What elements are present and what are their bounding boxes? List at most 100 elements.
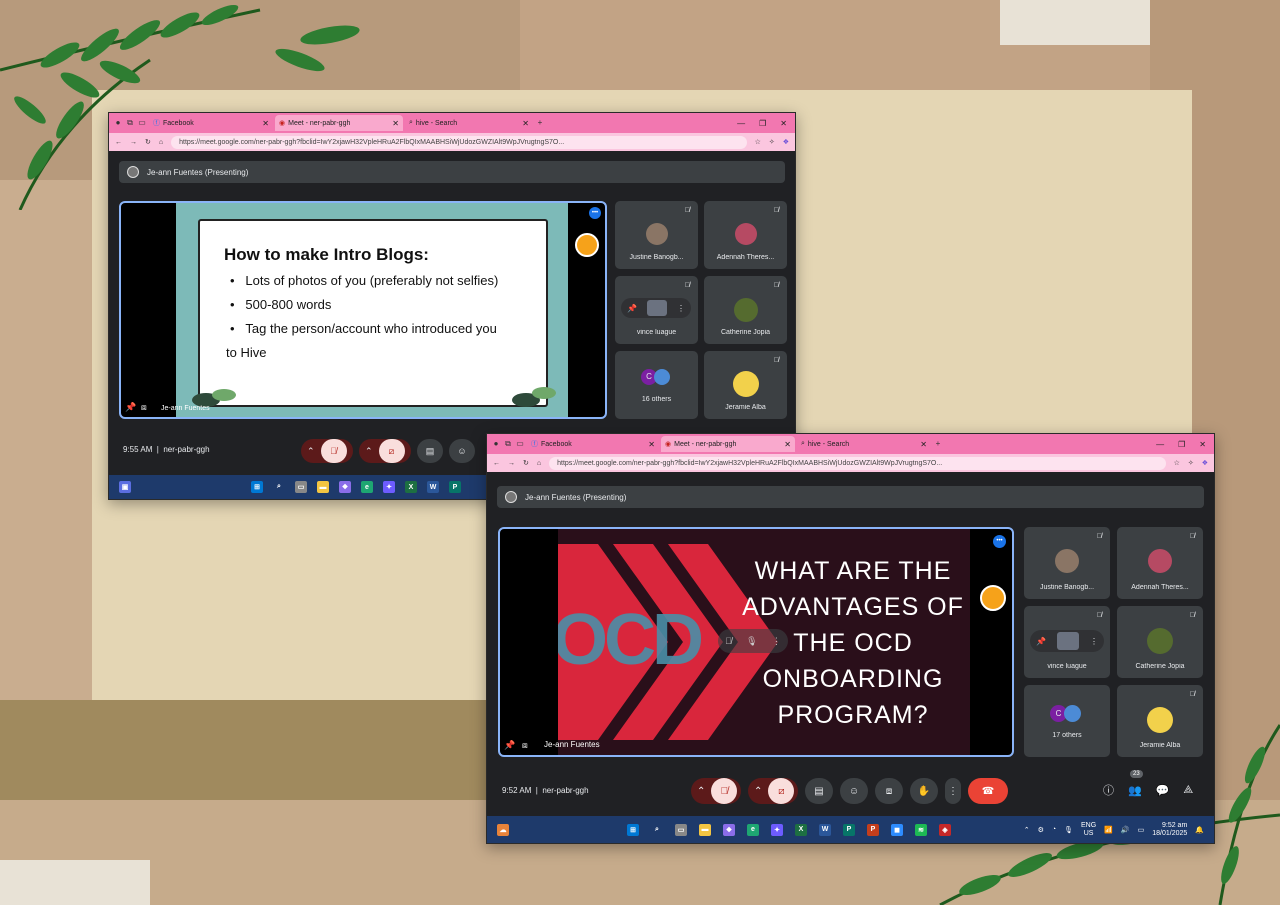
pin-icon[interactable]: 📌: [1036, 637, 1046, 646]
close-tab-icon[interactable]: ✕: [262, 119, 269, 128]
windows-start-icon[interactable]: ⊞: [627, 823, 639, 836]
microphone-icon[interactable]: 🎙: [1064, 826, 1073, 834]
antivirus-icon[interactable]: ◈: [939, 823, 951, 836]
present-now-button[interactable]: ⧈: [875, 778, 903, 804]
more-options-button[interactable]: ⋮: [945, 778, 961, 804]
tab-hive-search[interactable]: ⌕ hive - Search ✕: [405, 115, 533, 131]
battery-icon[interactable]: ▭: [1138, 826, 1145, 834]
close-tab-icon[interactable]: ✕: [648, 440, 655, 449]
excel-icon[interactable]: X: [795, 823, 807, 836]
tab-actions-icon[interactable]: ▭: [515, 439, 525, 449]
more-options-icon[interactable]: ⋮: [677, 304, 685, 313]
tray-app-icon[interactable]: ⚙: [1038, 826, 1044, 834]
forward-icon[interactable]: →: [130, 139, 137, 146]
profile-icon[interactable]: ●: [113, 118, 123, 128]
wifi-icon[interactable]: 📶: [1104, 826, 1113, 834]
camera-toggle-button[interactable]: ⧄: [768, 778, 795, 804]
extensions-icon[interactable]: ✧: [769, 138, 775, 146]
url-field[interactable]: https://meet.google.com/ner-pabr-ggh?fbc…: [549, 456, 1166, 470]
search-icon[interactable]: ⌕: [651, 824, 663, 836]
more-options-icon[interactable]: ⋮: [1090, 637, 1098, 646]
mic-toggle-button[interactable]: 🎙̸: [320, 439, 347, 463]
participant-tile[interactable]: 🎙̸ Jeramie Alba: [704, 351, 787, 419]
widgets-icon[interactable]: ▣: [119, 481, 131, 493]
pin-icon[interactable]: 📌: [504, 740, 515, 751]
others-tile[interactable]: C 17 others: [1024, 685, 1110, 757]
emoji-button[interactable]: ☺: [840, 778, 868, 804]
extensions-icon[interactable]: ✧: [1188, 459, 1194, 467]
participant-tile[interactable]: 🎙̸ Adennah Theres...: [1117, 527, 1203, 599]
task-view-icon[interactable]: ▭: [295, 481, 307, 493]
tray-app-icon[interactable]: ◔: [1052, 826, 1056, 833]
clock[interactable]: 9:52 am 18/01/2025: [1152, 822, 1187, 838]
word-icon[interactable]: W: [819, 823, 831, 836]
collections-icon[interactable]: ⧉: [125, 118, 135, 128]
publisher-icon[interactable]: P: [449, 481, 461, 493]
close-tab-icon[interactable]: ✕: [392, 119, 399, 128]
forward-icon[interactable]: →: [508, 460, 515, 467]
activities-icon[interactable]: ⟁: [1183, 784, 1193, 797]
file-explorer-icon[interactable]: ▬: [317, 481, 329, 493]
refresh-icon[interactable]: ↻: [523, 459, 529, 467]
refresh-icon[interactable]: ↻: [145, 138, 151, 146]
participant-tile[interactable]: 🎙̸ Catherine Jopia: [1117, 606, 1203, 678]
word-icon[interactable]: W: [427, 481, 439, 493]
home-icon[interactable]: ⌂: [537, 460, 541, 467]
favorite-icon[interactable]: ☆: [1174, 459, 1180, 467]
profile-icon[interactable]: ●: [491, 439, 501, 449]
zoom-icon[interactable]: ◼: [891, 823, 903, 836]
participant-tile[interactable]: 🎙̸ Adennah Theres...: [704, 201, 787, 269]
messenger-icon[interactable]: ✦: [771, 823, 783, 836]
restore-icon[interactable]: ❐: [759, 119, 766, 128]
favorite-icon[interactable]: ☆: [755, 138, 761, 146]
others-tile[interactable]: C 16 others: [615, 351, 698, 419]
new-tab-icon[interactable]: +: [933, 439, 943, 449]
pin-icon[interactable]: 📌: [627, 304, 637, 313]
pin-icon[interactable]: 📌: [125, 402, 136, 413]
tab-hive-search[interactable]: ⌕ hive - Search ✕: [797, 436, 931, 452]
minimize-icon[interactable]: —: [1156, 440, 1164, 449]
captions-button[interactable]: ▤: [417, 439, 443, 463]
chat-icon[interactable]: 💬: [1156, 784, 1170, 797]
file-explorer-icon[interactable]: ▬: [699, 823, 711, 836]
tab-facebook[interactable]: ⓕ Facebook ✕: [149, 115, 273, 131]
restore-icon[interactable]: ❐: [1178, 440, 1185, 449]
participant-tile[interactable]: 🎙̸ 📌 ⋮ vince luague: [1024, 606, 1110, 678]
publisher-icon[interactable]: P: [843, 823, 855, 836]
widgets-icon[interactable]: ☁: [497, 823, 509, 836]
notifications-icon[interactable]: 🔔: [1195, 826, 1204, 834]
copilot-icon[interactable]: ❖: [783, 138, 789, 146]
back-icon[interactable]: ←: [493, 460, 500, 467]
mic-off-icon[interactable]: 🎙̸: [725, 636, 732, 646]
meeting-info-icon[interactable]: ⓘ: [1103, 782, 1114, 798]
participant-tile[interactable]: 🎙̸ Justine Banogb...: [1024, 527, 1110, 599]
collections-icon[interactable]: ⧉: [503, 439, 513, 449]
minimize-icon[interactable]: —: [737, 119, 745, 128]
close-window-icon[interactable]: ✕: [1199, 440, 1206, 449]
participant-tile[interactable]: 🎙̸ 📌 ⋮ vince luague: [615, 276, 698, 344]
mic-toggle-button[interactable]: 🎙̸: [711, 778, 738, 804]
camera-toggle-button[interactable]: ⧄: [378, 439, 405, 463]
new-tab-icon[interactable]: +: [535, 118, 545, 128]
excel-icon[interactable]: X: [405, 481, 417, 493]
close-tab-icon[interactable]: ✕: [920, 440, 927, 449]
search-icon[interactable]: ⌕: [273, 481, 285, 493]
chevron-up-icon[interactable]: ⌃: [1024, 826, 1030, 834]
tab-facebook[interactable]: ⓕ Facebook ✕: [527, 436, 659, 452]
chevron-up-icon[interactable]: ⌃: [697, 786, 705, 797]
captions-button[interactable]: ▤: [805, 778, 833, 804]
participant-tile[interactable]: 🎙̸ Justine Banogb...: [615, 201, 698, 269]
url-field[interactable]: https://meet.google.com/ner-pabr-ggh?fbc…: [171, 135, 747, 149]
language-indicator[interactable]: ENG US: [1081, 822, 1096, 838]
mic-icon[interactable]: 🎙: [746, 636, 757, 647]
tab-actions-icon[interactable]: ▭: [137, 118, 147, 128]
leave-call-button[interactable]: ☎: [968, 778, 1008, 804]
copilot-icon[interactable]: ❖: [339, 481, 351, 493]
raise-hand-button[interactable]: ✋: [910, 778, 938, 804]
back-icon[interactable]: ←: [115, 139, 122, 146]
copilot-icon[interactable]: ❖: [1202, 459, 1208, 467]
powerpoint-icon[interactable]: P: [867, 823, 879, 836]
tab-meet[interactable]: ◉ Meet - ner-pabr-ggh ✕: [275, 115, 403, 131]
chevron-up-icon[interactable]: ⌃: [365, 446, 373, 457]
volume-icon[interactable]: 🔊: [1121, 826, 1130, 834]
